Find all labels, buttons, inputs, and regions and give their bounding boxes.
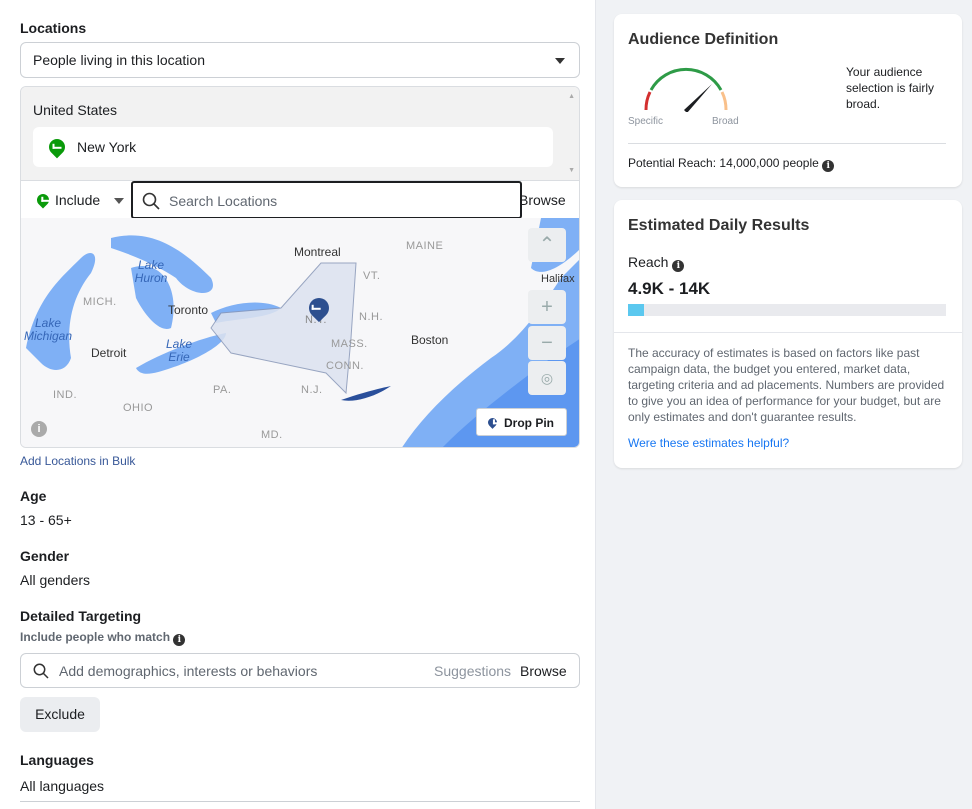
include-pin-icon [45, 135, 69, 159]
map-state-label: PA. [213, 384, 232, 396]
detailed-targeting-placeholder: Add demographics, interests or behaviors [59, 663, 318, 679]
add-locations-in-bulk-link[interactable]: Add Locations in Bulk [20, 454, 135, 468]
map-state-label: MICH. [83, 296, 117, 308]
map-label-detroit: Detroit [91, 346, 127, 360]
browse-locations-button[interactable]: Browse [519, 192, 566, 208]
drop-pin-label: Drop Pin [504, 416, 554, 430]
include-pin-icon [34, 191, 52, 209]
languages-value[interactable]: All languages [20, 778, 104, 794]
my-location-button[interactable]: ◎ [528, 361, 566, 395]
scroll-up-arrow[interactable]: ▲ [568, 93, 575, 100]
info-icon[interactable]: i [672, 260, 685, 272]
location-type-dropdown[interactable]: People living in this location [20, 42, 580, 78]
include-label: Include [55, 192, 101, 208]
age-label: Age [20, 488, 47, 504]
include-match-text: Include people who match [20, 630, 171, 644]
reach-bar-fill [628, 304, 644, 316]
selected-locations-list: United States New York ▲ ▼ [21, 87, 579, 180]
divider [614, 332, 962, 333]
info-icon[interactable]: i [822, 160, 835, 172]
include-dropdown[interactable]: Include [34, 191, 125, 209]
locations-label: Locations [20, 20, 87, 36]
map-state-label: MAINE [406, 240, 444, 252]
map-lake-label: Lake Huron [134, 258, 168, 285]
pin-icon [486, 416, 499, 429]
search-icon [33, 663, 49, 679]
browse-button[interactable]: Browse [520, 663, 567, 679]
map-state-label: VT. [363, 270, 381, 282]
reach-bar [628, 304, 946, 316]
estimates-disclaimer: The accuracy of estimates is based on fa… [628, 346, 945, 424]
potential-reach: Potential Reach: 14,000,000 people [628, 156, 819, 170]
map[interactable]: Montreal Toronto Detroit Boston Halifax … [21, 218, 579, 447]
suggestions-button[interactable]: Suggestions [434, 663, 511, 679]
detailed-targeting-input[interactable]: Add demographics, interests or behaviors… [20, 653, 580, 688]
search-placeholder: Search Locations [169, 193, 278, 209]
search-icon [142, 192, 160, 210]
caret-down-icon [555, 58, 565, 64]
map-state-label: IND. [53, 389, 77, 401]
map-label-montreal: Montreal [294, 245, 341, 259]
gender-label: Gender [20, 548, 70, 564]
map-lake-label: Lake Erie [165, 337, 193, 364]
zoom-in-button[interactable]: + [528, 290, 566, 324]
detailed-targeting-label: Detailed Targeting [20, 608, 142, 624]
location-type-value: People living in this location [33, 52, 205, 68]
divider [20, 801, 580, 802]
map-state-label: N.H. [359, 311, 383, 323]
audience-gauge [644, 67, 728, 112]
country-label: United States [33, 102, 118, 118]
audience-definition-title: Audience Definition [628, 31, 779, 48]
collapse-map-button[interactable]: ⌃ [528, 228, 566, 262]
audience-message: Your audience selection is fairly broad. [846, 65, 935, 111]
estimated-daily-results-title: Estimated Daily Results [628, 217, 810, 234]
divider [628, 143, 946, 144]
reach-value: 4.9K - 14K [628, 279, 711, 298]
drop-pin-button[interactable]: Drop Pin [476, 408, 567, 436]
map-state-label: CONN. [326, 360, 364, 372]
detailed-targeting-sub: Include people who match i [20, 630, 186, 646]
specific-label: Specific [628, 116, 664, 127]
search-locations-input[interactable]: Search Locations [131, 181, 522, 219]
exclude-button[interactable]: Exclude [20, 697, 100, 732]
selected-location-new-york[interactable]: New York [33, 127, 553, 167]
location-box: United States New York ▲ ▼ Include Searc… [20, 86, 580, 448]
gender-value[interactable]: All genders [20, 572, 90, 588]
broad-label: Broad [712, 116, 739, 127]
scroll-down-arrow[interactable]: ▼ [568, 167, 575, 174]
map-lake-label: Lake Michigan [23, 316, 73, 343]
reach-label: Reach [628, 254, 669, 270]
map-info-icon[interactable]: i [31, 421, 47, 437]
estimated-daily-results-card: Estimated Daily Results Reach i 4.9K - 1… [614, 200, 962, 468]
age-value[interactable]: 13 - 65+ [20, 512, 72, 528]
caret-down-icon [114, 198, 125, 204]
map-state-label: MASS. [331, 338, 368, 350]
map-state-label: MD. [261, 429, 283, 441]
map-label-boston: Boston [411, 333, 449, 347]
map-state-label: N.J. [301, 384, 323, 396]
map-label-halifax: Halifax [541, 273, 575, 285]
languages-label: Languages [20, 752, 94, 768]
estimates-feedback-link[interactable]: Were these estimates helpful? [628, 436, 789, 450]
map-label-toronto: Toronto [168, 303, 209, 317]
map-state-label: OHIO [123, 402, 154, 414]
zoom-out-button[interactable]: − [528, 326, 566, 360]
audience-definition-card: Audience Definition Specific Broad Your … [614, 14, 962, 187]
info-icon[interactable]: i [173, 634, 186, 646]
targeting-panel: Locations People living in this location… [0, 0, 596, 809]
location-name: New York [77, 139, 137, 155]
